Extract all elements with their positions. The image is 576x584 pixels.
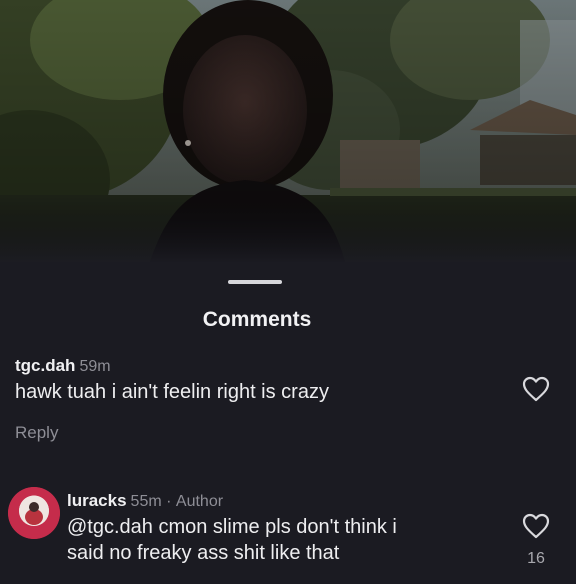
sheet-title: Comments bbox=[202, 308, 312, 331]
comment-text: hawk tuah i ain't feelin right is crazy bbox=[15, 381, 329, 403]
comment-time: 55m bbox=[130, 493, 162, 510]
comment-time: 59m bbox=[79, 358, 111, 375]
comment-username[interactable]: luracks bbox=[67, 491, 127, 510]
heart-outline-icon[interactable] bbox=[522, 513, 550, 539]
author-badge: Author bbox=[175, 493, 224, 510]
comments-sheet: Comments tgc.dah 59m hawk tuah i ain't fe… bbox=[0, 262, 576, 584]
comment-username[interactable]: tgc.dah bbox=[15, 356, 75, 375]
meta-separator: · bbox=[166, 493, 172, 510]
comment-header: tgc.dah 59m bbox=[15, 356, 111, 376]
video-player[interactable] bbox=[0, 0, 576, 262]
profile-avatar[interactable] bbox=[8, 487, 60, 539]
comment-text-line-2: said no freaky ass shit like that bbox=[67, 542, 340, 564]
video-frame bbox=[0, 0, 576, 262]
reply-button[interactable]: Reply bbox=[15, 423, 58, 443]
like-count: 16 bbox=[527, 550, 545, 567]
tiktok-comments-screen: Comments tgc.dah 59m hawk tuah i ain't fe… bbox=[0, 0, 576, 584]
sheet-drag-handle[interactable] bbox=[228, 280, 282, 284]
comment-header: luracks 55m · Author bbox=[67, 491, 223, 511]
heart-outline-icon[interactable] bbox=[522, 376, 550, 402]
comment-text-line-1: @tgc.dah cmon slime pls don't think i bbox=[67, 516, 397, 538]
